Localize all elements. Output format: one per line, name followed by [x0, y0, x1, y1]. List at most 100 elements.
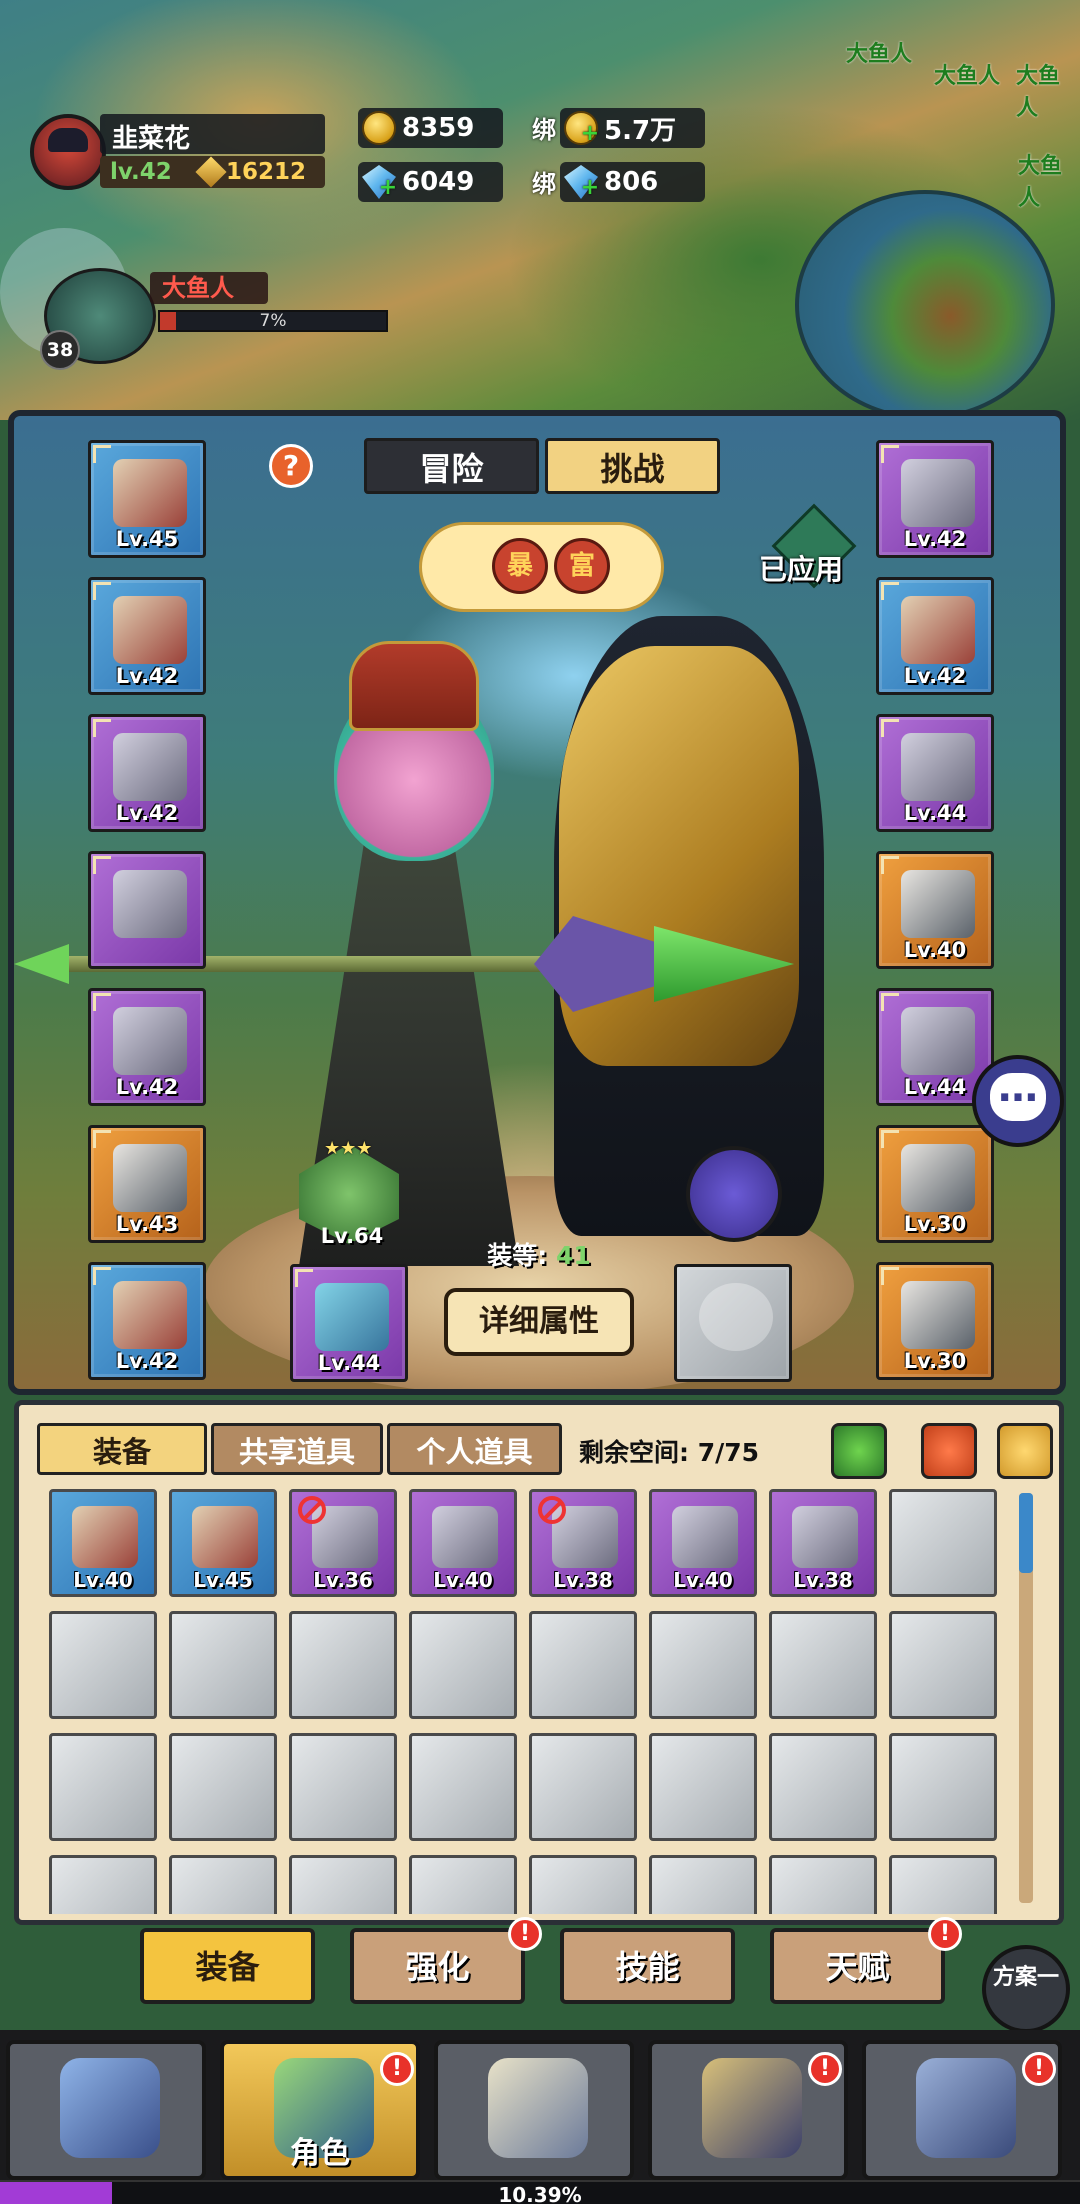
alert-badge-icon: ! — [1022, 2052, 1056, 2086]
tab-equipment[interactable]: 装备 — [37, 1423, 207, 1475]
empty-inventory-cell[interactable] — [169, 1611, 277, 1719]
empty-inventory-cell[interactable] — [409, 1855, 517, 1914]
empty-inventory-cell[interactable] — [49, 1611, 157, 1719]
empty-inventory-cell[interactable] — [889, 1733, 997, 1841]
add-bound-gem-icon[interactable]: + — [580, 177, 600, 199]
empty-locked-slot[interactable] — [674, 1264, 792, 1382]
empty-inventory-cell[interactable] — [409, 1611, 517, 1719]
rune-stone-icon — [60, 2058, 160, 2158]
empty-inventory-cell[interactable] — [649, 1611, 757, 1719]
shrine-icon — [702, 2058, 802, 2158]
inventory-item[interactable]: Lv.38 — [769, 1489, 877, 1597]
equipment-slot[interactable]: Lv.42 — [88, 714, 206, 832]
equipment-slot[interactable] — [88, 851, 206, 969]
empty-inventory-cell[interactable] — [529, 1733, 637, 1841]
title-badge-char: 暴 — [492, 538, 548, 594]
sub-tab[interactable]: 技能 — [560, 1928, 735, 2004]
gold-display[interactable]: 8359 — [358, 108, 503, 148]
slot-level: Lv.45 — [115, 527, 179, 551]
storage-icon[interactable] — [921, 1423, 977, 1479]
empty-inventory-cell[interactable] — [49, 1733, 157, 1841]
battle-skull-icon — [488, 2058, 588, 2158]
equipment-slot[interactable]: Lv.42 — [876, 440, 994, 558]
ring-icon — [901, 1007, 975, 1075]
equipment-slot[interactable]: Lv.44 — [876, 714, 994, 832]
scrollbar-thumb[interactable] — [1019, 1493, 1033, 1573]
tab-adventure[interactable]: 冒险 — [364, 438, 539, 494]
empty-inventory-cell[interactable] — [409, 1733, 517, 1841]
chat-button[interactable] — [972, 1055, 1064, 1147]
inventory-scrollbar[interactable] — [1019, 1493, 1033, 1903]
equipment-slot[interactable]: Lv.30 — [876, 1262, 994, 1380]
sub-tab[interactable]: 天赋 — [770, 1928, 945, 2004]
auto-equip-icon[interactable] — [831, 1423, 887, 1479]
empty-inventory-cell[interactable] — [289, 1611, 397, 1719]
empty-inventory-cell[interactable] — [889, 1855, 997, 1914]
item-level: Lv.38 — [793, 1568, 853, 1592]
slot-level: Lv.30 — [903, 1349, 967, 1373]
swap-arrows-icon[interactable] — [686, 1146, 782, 1242]
inventory-item[interactable]: Lv.45 — [169, 1489, 277, 1597]
empty-inventory-cell[interactable] — [289, 1733, 397, 1841]
empty-inventory-cell[interactable] — [169, 1855, 277, 1914]
weapon-slot[interactable]: Lv.44 — [290, 1264, 408, 1382]
tab-personal-items[interactable]: 个人道具 — [387, 1423, 562, 1475]
equipment-slot[interactable]: Lv.42 — [88, 1262, 206, 1380]
sub-tab[interactable]: 强化 — [350, 1928, 525, 2004]
empty-inventory-cell[interactable] — [769, 1855, 877, 1914]
slot-corner — [93, 993, 111, 1011]
equipment-slot[interactable]: Lv.43 — [88, 1125, 206, 1243]
map-enemy-label: 大鱼人 — [846, 42, 913, 67]
inventory-item[interactable]: Lv.40 — [409, 1489, 517, 1597]
bottom-nav-item[interactable] — [434, 2040, 634, 2180]
equipment-slot[interactable]: Lv.42 — [876, 577, 994, 695]
help-button[interactable]: ? — [269, 444, 313, 488]
equipment-slot[interactable]: Lv.45 — [88, 440, 206, 558]
necklace-icon — [113, 596, 187, 664]
equipment-slot[interactable]: Lv.42 — [88, 577, 206, 695]
inventory-item[interactable]: Lv.40 — [649, 1489, 757, 1597]
equipment-slot[interactable]: Lv.42 — [88, 988, 206, 1106]
map-enemy-label: 大鱼人 — [934, 64, 1001, 89]
bracer-icon — [113, 1144, 187, 1212]
empty-inventory-cell[interactable] — [889, 1489, 997, 1597]
xp-text: 10.39% — [498, 2183, 582, 2204]
broom-sort-icon[interactable] — [997, 1423, 1053, 1479]
pants-icon — [432, 1506, 498, 1568]
empty-inventory-cell[interactable] — [649, 1855, 757, 1914]
player-avatar[interactable] — [30, 114, 106, 190]
bottom-nav-item[interactable] — [6, 2040, 206, 2180]
tab-challenge[interactable]: 挑战 — [545, 438, 720, 494]
equipment-slot[interactable]: Lv.30 — [876, 1125, 994, 1243]
empty-inventory-cell[interactable] — [49, 1855, 157, 1914]
empty-inventory-cell[interactable] — [889, 1611, 997, 1719]
slot-corner — [93, 582, 111, 600]
add-gem-icon[interactable]: + — [378, 177, 398, 199]
player-name: 韭菜花 — [112, 124, 191, 154]
shoulder-armor-icon — [192, 1506, 258, 1568]
empty-inventory-cell[interactable] — [649, 1733, 757, 1841]
castle-icon — [916, 2058, 1016, 2158]
tab-shared-items[interactable]: 共享道具 — [211, 1423, 383, 1475]
add-bound-gold-icon[interactable]: + — [580, 123, 600, 145]
slot-corner — [881, 856, 899, 874]
empty-inventory-cell[interactable] — [529, 1855, 637, 1914]
detail-attributes-button[interactable]: 详细属性 — [444, 1288, 634, 1356]
gear-score-label: 装等: — [487, 1241, 548, 1270]
empty-inventory-cell[interactable] — [529, 1611, 637, 1719]
slot-level: Lv.44 — [317, 1351, 381, 1375]
empty-inventory-cell[interactable] — [769, 1611, 877, 1719]
empty-inventory-cell[interactable] — [289, 1855, 397, 1914]
inventory-item[interactable]: Lv.38 — [529, 1489, 637, 1597]
empty-inventory-cell[interactable] — [169, 1733, 277, 1841]
slot-corner — [881, 719, 899, 737]
inventory-item[interactable]: Lv.40 — [49, 1489, 157, 1597]
minimap[interactable] — [795, 190, 1055, 420]
sub-tab[interactable]: 装备 — [140, 1928, 315, 2004]
plan-button[interactable]: 方案一 — [982, 1945, 1070, 2033]
inventory-item[interactable]: Lv.36 — [289, 1489, 397, 1597]
slot-level: Lv.42 — [115, 1075, 179, 1099]
equipment-slot[interactable]: Lv.40 — [876, 851, 994, 969]
empty-inventory-cell[interactable] — [769, 1733, 877, 1841]
bound-gold-value: 5.7万 — [604, 115, 677, 146]
